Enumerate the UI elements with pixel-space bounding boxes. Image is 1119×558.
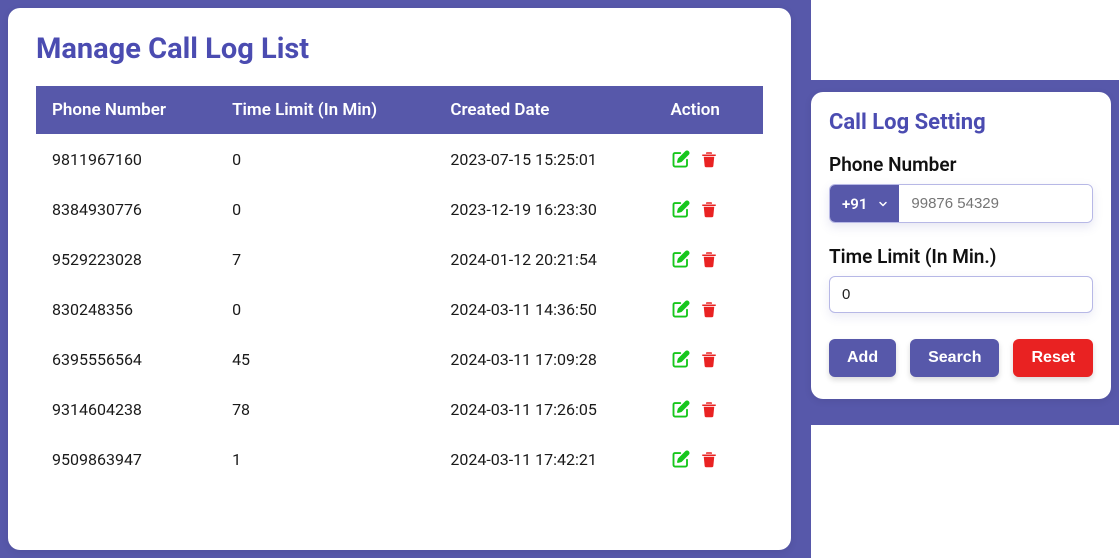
cell-action xyxy=(654,134,763,184)
cell-limit: 0 xyxy=(216,134,434,184)
col-action: Action xyxy=(654,86,763,134)
cell-limit: 0 xyxy=(216,284,434,334)
country-code-value: +91 xyxy=(842,195,867,213)
search-button[interactable]: Search xyxy=(910,339,999,377)
edit-icon[interactable] xyxy=(670,248,692,270)
delete-icon[interactable] xyxy=(698,248,720,270)
table-row: 83024835602024-03-11 14:36:50 xyxy=(36,284,763,334)
settings-panel: Call Log Setting Phone Number +91 Time L… xyxy=(811,92,1111,399)
col-created: Created Date xyxy=(434,86,654,134)
delete-icon[interactable] xyxy=(698,298,720,320)
cell-phone: 6395556564 xyxy=(36,334,216,384)
cell-phone: 9509863947 xyxy=(36,434,216,484)
delete-icon[interactable] xyxy=(698,348,720,370)
phone-label: Phone Number xyxy=(829,153,1093,176)
delete-icon[interactable] xyxy=(698,398,720,420)
table-row: 981196716002023-07-15 15:25:01 xyxy=(36,134,763,184)
cell-phone: 8384930776 xyxy=(36,184,216,234)
cell-action xyxy=(654,284,763,334)
col-limit: Time Limit (In Min) xyxy=(216,86,434,134)
phone-input[interactable] xyxy=(899,185,1093,222)
cell-limit: 45 xyxy=(216,334,434,384)
main-panel: Manage Call Log List Phone Number Time L… xyxy=(8,8,791,550)
cell-action xyxy=(654,334,763,384)
edit-icon[interactable] xyxy=(670,198,692,220)
cell-limit: 0 xyxy=(216,184,434,234)
table-row: 838493077602023-12-19 16:23:30 xyxy=(36,184,763,234)
cell-created: 2024-03-11 17:42:21 xyxy=(434,434,654,484)
edit-icon[interactable] xyxy=(670,448,692,470)
cell-limit: 78 xyxy=(216,384,434,434)
cell-action xyxy=(654,434,763,484)
page-title: Manage Call Log List xyxy=(36,32,763,66)
bottom-spacer xyxy=(811,425,1119,558)
edit-icon[interactable] xyxy=(670,148,692,170)
top-spacer xyxy=(811,0,1119,80)
time-limit-label: Time Limit (In Min.) xyxy=(829,245,1093,268)
delete-icon[interactable] xyxy=(698,148,720,170)
edit-icon[interactable] xyxy=(670,298,692,320)
cell-limit: 7 xyxy=(216,234,434,284)
cell-created: 2024-01-12 20:21:54 xyxy=(434,234,654,284)
cell-phone: 830248356 xyxy=(36,284,216,334)
add-button[interactable]: Add xyxy=(829,339,896,377)
cell-created: 2023-07-15 15:25:01 xyxy=(434,134,654,184)
country-code-select[interactable]: +91 xyxy=(830,185,899,222)
call-log-table: Phone Number Time Limit (In Min) Created… xyxy=(36,86,763,484)
table-row: 952922302872024-01-12 20:21:54 xyxy=(36,234,763,284)
cell-phone: 9529223028 xyxy=(36,234,216,284)
cell-limit: 1 xyxy=(216,434,434,484)
col-phone: Phone Number xyxy=(36,86,216,134)
settings-title: Call Log Setting xyxy=(829,110,1093,135)
delete-icon[interactable] xyxy=(698,198,720,220)
cell-action xyxy=(654,234,763,284)
cell-created: 2024-03-11 17:26:05 xyxy=(434,384,654,434)
table-row: 9314604238782024-03-11 17:26:05 xyxy=(36,384,763,434)
cell-created: 2024-03-11 14:36:50 xyxy=(434,284,654,334)
cell-created: 2023-12-19 16:23:30 xyxy=(434,184,654,234)
cell-phone: 9314604238 xyxy=(36,384,216,434)
edit-icon[interactable] xyxy=(670,398,692,420)
table-row: 950986394712024-03-11 17:42:21 xyxy=(36,434,763,484)
delete-icon[interactable] xyxy=(698,448,720,470)
reset-button[interactable]: Reset xyxy=(1013,339,1093,377)
edit-icon[interactable] xyxy=(670,348,692,370)
chevron-down-icon xyxy=(877,198,889,210)
table-row: 6395556564452024-03-11 17:09:28 xyxy=(36,334,763,384)
cell-created: 2024-03-11 17:09:28 xyxy=(434,334,654,384)
time-limit-input[interactable] xyxy=(829,276,1093,313)
cell-action xyxy=(654,384,763,434)
cell-phone: 9811967160 xyxy=(36,134,216,184)
cell-action xyxy=(654,184,763,234)
